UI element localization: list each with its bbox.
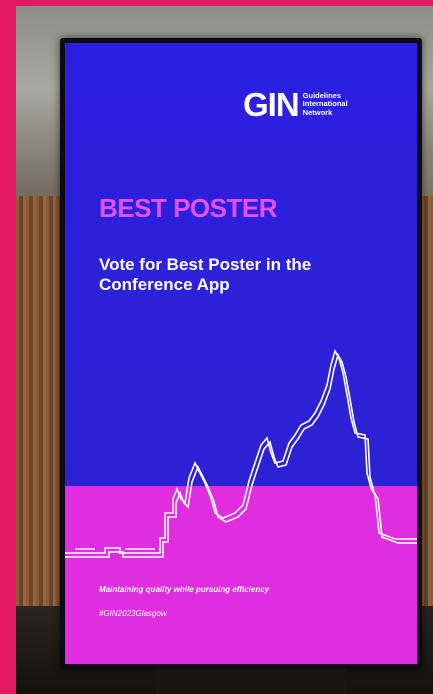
logo-line-3: Network bbox=[302, 107, 333, 117]
wood-panel-left bbox=[16, 196, 66, 616]
display-screen: GIN Guidelines International Network BES… bbox=[65, 43, 417, 664]
gin-logo: GIN Guidelines International Network bbox=[243, 88, 348, 121]
logo-text: Guidelines International Network bbox=[302, 91, 348, 117]
tagline: Maintaining quality while pursuing effic… bbox=[99, 585, 270, 594]
hashtag: #GIN2023Glasgow bbox=[99, 609, 167, 618]
skyline-illustration bbox=[65, 348, 417, 558]
display-stand bbox=[156, 669, 346, 694]
poster-subtitle: Vote for Best Poster in the Conference A… bbox=[99, 255, 312, 294]
poster-title: BEST POSTER bbox=[99, 193, 277, 223]
photo: GIN Guidelines International Network BES… bbox=[16, 6, 433, 694]
photo-frame: GIN Guidelines International Network BES… bbox=[0, 0, 433, 694]
logo-mark: GIN bbox=[243, 86, 300, 123]
display-bezel: GIN Guidelines International Network BES… bbox=[60, 38, 422, 669]
